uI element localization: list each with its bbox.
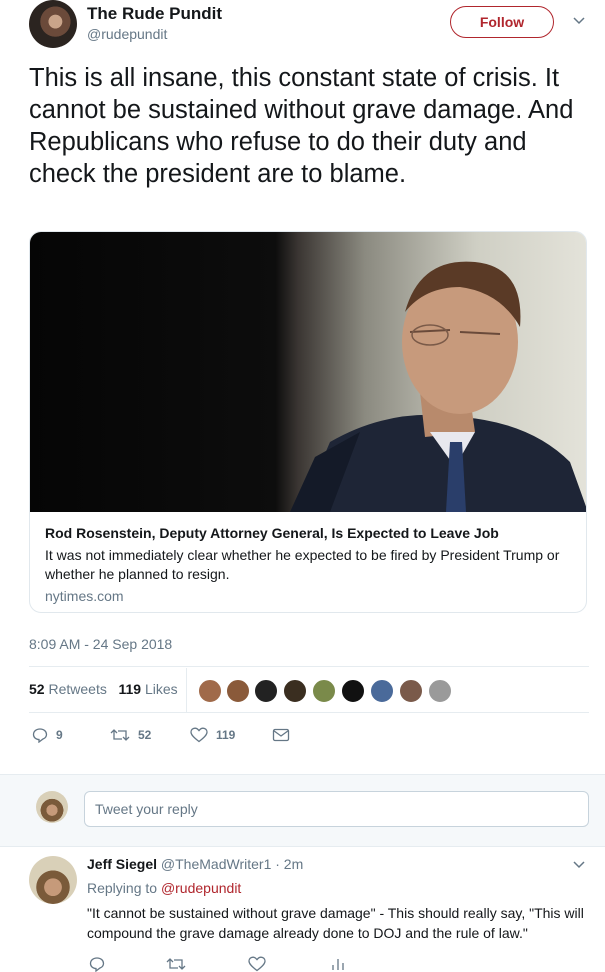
- liker-avatar[interactable]: [283, 679, 307, 703]
- liker-avatar[interactable]: [341, 679, 365, 703]
- reply-input[interactable]: Tweet your reply: [84, 791, 589, 827]
- reply-text: "It cannot be sustained without grave da…: [87, 905, 584, 941]
- stats-divider: [186, 668, 187, 712]
- reply-icon: [32, 727, 48, 743]
- liker-avatar[interactable]: [428, 679, 452, 703]
- replying-label: Replying to: [87, 880, 158, 896]
- card-title: Rod Rosenstein, Deputy Attorney General,…: [45, 525, 499, 541]
- reply-time[interactable]: · 2m: [275, 856, 303, 872]
- heart-icon: [190, 727, 208, 743]
- like-action[interactable]: 119: [190, 727, 235, 743]
- author-avatar[interactable]: [29, 0, 77, 48]
- retweet-action-count: 52: [138, 728, 152, 742]
- card-image: [30, 232, 586, 512]
- tweet-timestamp[interactable]: 8:09 AM - 24 Sep 2018: [29, 636, 172, 652]
- liker-avatar[interactable]: [399, 679, 423, 703]
- chevron-down-icon[interactable]: [572, 14, 586, 28]
- liker-avatar[interactable]: [312, 679, 336, 703]
- reply-author-handle[interactable]: @TheMadWriter1: [161, 856, 271, 872]
- message-action[interactable]: [272, 727, 290, 743]
- retweet-icon[interactable]: [166, 956, 186, 972]
- like-action-count: 119: [216, 728, 236, 742]
- divider: [29, 666, 589, 667]
- replying-to-link[interactable]: @rudepundit: [161, 880, 241, 896]
- retweet-label: Retweets: [48, 681, 107, 697]
- replying-to: Replying to @rudepundit: [87, 880, 241, 896]
- like-label: Likes: [144, 681, 178, 697]
- analytics-icon[interactable]: [330, 956, 346, 972]
- heart-icon[interactable]: [248, 956, 266, 972]
- envelope-icon: [272, 727, 290, 743]
- author-name[interactable]: The Rude Pundit: [87, 4, 222, 24]
- card-domain: nytimes.com: [45, 588, 124, 604]
- retweet-action[interactable]: 52: [110, 727, 151, 743]
- divider: [29, 712, 589, 713]
- reply-icon[interactable]: [89, 956, 105, 972]
- tweet-text: This is all insane, this constant state …: [29, 64, 574, 188]
- retweet-count: 52: [29, 681, 45, 697]
- card-description: It was not immediately clear whether he …: [45, 547, 560, 582]
- reply-author-name[interactable]: Jeff Siegel: [87, 856, 157, 872]
- liker-avatar[interactable]: [254, 679, 278, 703]
- author-handle[interactable]: @rudepundit: [87, 26, 167, 42]
- liker-avatar[interactable]: [226, 679, 250, 703]
- reply-count: 9: [56, 728, 63, 742]
- tweet-stats: 52 Retweets 119 Likes: [29, 681, 178, 697]
- reply-author-avatar[interactable]: [29, 856, 77, 904]
- liker-avatar[interactable]: [370, 679, 394, 703]
- like-stat[interactable]: 119 Likes: [119, 681, 178, 697]
- like-count: 119: [118, 681, 142, 697]
- reply-header: Jeff Siegel @TheMadWriter1 · 2m: [87, 856, 303, 872]
- retweet-stat[interactable]: 52 Retweets: [29, 681, 107, 697]
- liker-avatar[interactable]: [198, 679, 222, 703]
- reply-action[interactable]: 9: [32, 727, 63, 743]
- chevron-down-icon[interactable]: [572, 858, 586, 872]
- follow-button[interactable]: Follow: [450, 6, 554, 38]
- current-user-avatar: [36, 791, 68, 823]
- retweet-icon: [110, 727, 130, 743]
- link-card[interactable]: Rod Rosenstein, Deputy Attorney General,…: [29, 231, 587, 613]
